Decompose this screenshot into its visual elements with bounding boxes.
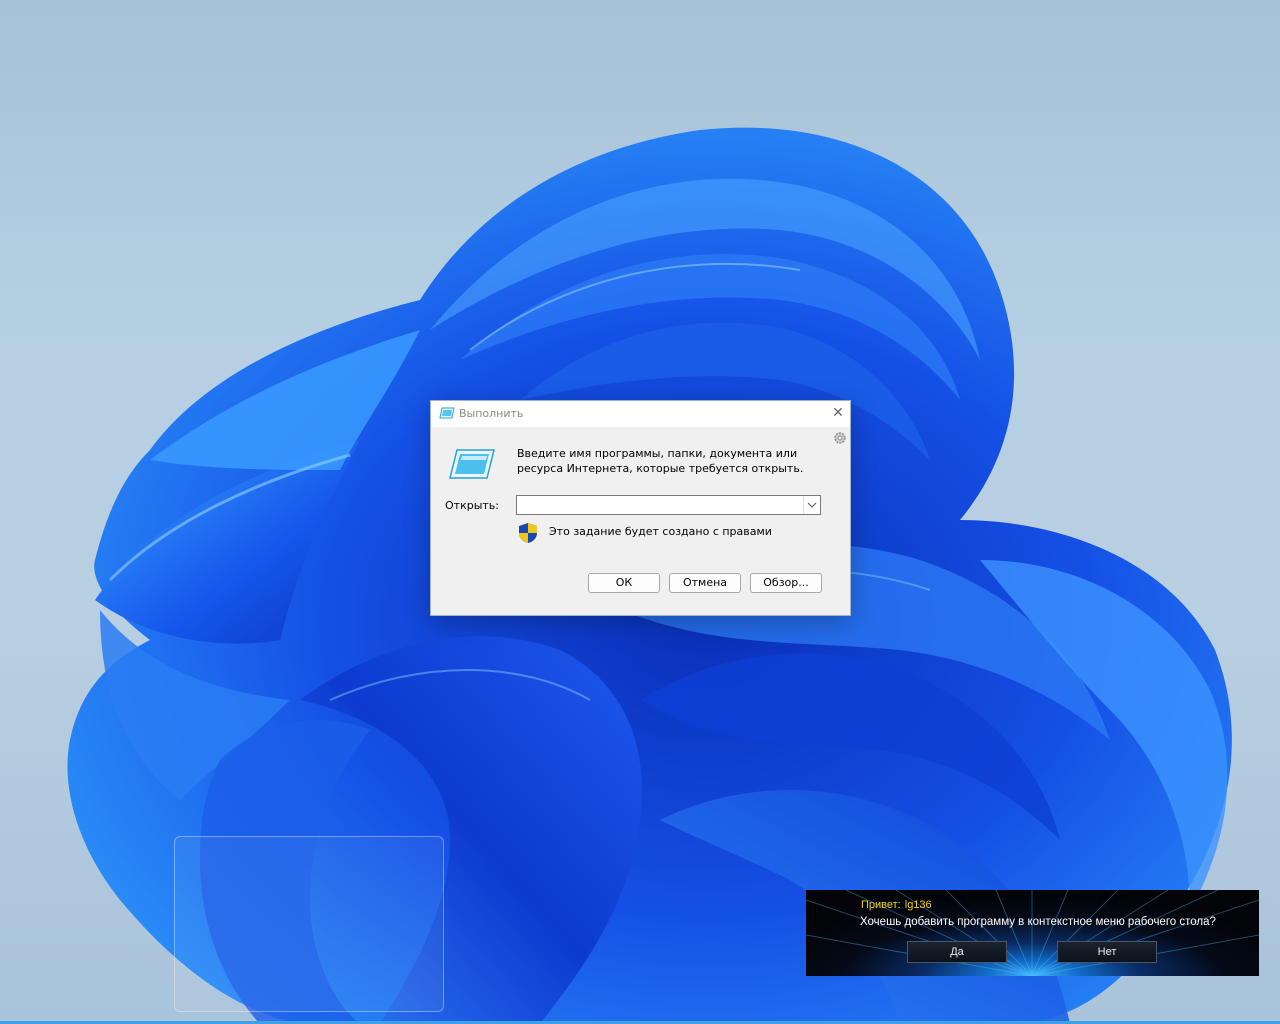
context-menu-prompt: Привет: lg136 Хочешь добавить программу в… bbox=[806, 890, 1259, 976]
prompt-question: Хочешь добавить программу в контекстное … bbox=[860, 916, 1216, 928]
greeting-label: Привет: bbox=[861, 899, 901, 911]
run-icon bbox=[439, 407, 455, 419]
gear-icon[interactable] bbox=[833, 431, 847, 445]
greeting-line: Привет: lg136 bbox=[861, 899, 932, 911]
title-bar[interactable]: Выполнить ✕ bbox=[431, 401, 850, 427]
open-label: Открыть: bbox=[445, 499, 499, 512]
yes-button[interactable]: Да bbox=[907, 941, 1007, 963]
browse-button[interactable]: Обзор... bbox=[750, 573, 822, 593]
open-input[interactable] bbox=[520, 498, 804, 517]
admin-note: Это задание будет создано с правами bbox=[549, 525, 772, 538]
run-app-icon bbox=[449, 449, 495, 479]
dialog-title: Выполнить bbox=[459, 407, 524, 420]
no-button[interactable]: Нет bbox=[1057, 941, 1157, 963]
chevron-down-icon[interactable] bbox=[803, 496, 820, 514]
greeting-user: lg136 bbox=[904, 899, 932, 911]
ok-button[interactable]: ОК bbox=[588, 573, 660, 593]
cancel-button[interactable]: Отмена bbox=[669, 573, 741, 593]
open-combobox[interactable] bbox=[516, 495, 821, 517]
shield-icon bbox=[519, 523, 537, 543]
ghost-panel bbox=[174, 836, 444, 1012]
run-dialog: Выполнить ✕ Введите имя программы, папки… bbox=[430, 400, 851, 616]
dialog-description: Введите имя программы, папки, документа … bbox=[517, 447, 804, 475]
close-icon[interactable]: ✕ bbox=[828, 403, 848, 423]
